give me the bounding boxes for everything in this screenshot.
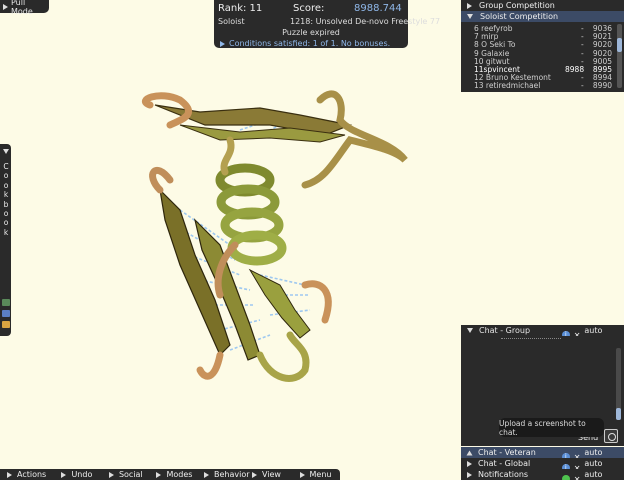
script-icon[interactable] [2,321,10,328]
notifications-label: Notifications [478,470,529,479]
soloist-competition-tab[interactable]: Soloist Competition [461,11,624,22]
chat-scrollbar[interactable] [616,348,621,420]
menu-behavior[interactable]: Behavior [197,470,250,479]
expand-arrow-icon [466,450,473,455]
menu-view[interactable]: View [245,470,293,479]
collapse-arrow-icon [467,328,473,333]
chat-group-label: Chat - Group [479,326,531,335]
soloist-competition-label: Soloist Competition [480,12,559,21]
menu-label: View [261,470,281,479]
bottom-menu-bar: Actions Undo Social Modes Behavior View Menu [0,469,340,480]
menu-actions[interactable]: Actions [0,470,54,479]
collapse-arrow-icon [3,149,9,154]
menu-label: Social [118,470,143,479]
folder-icon[interactable] [2,310,10,317]
pull-mode-button[interactable]: Pull Mode [0,0,49,16]
close-icon[interactable]: ✕ [574,475,581,480]
score-value: 8988.744 [354,3,402,14]
screenshot-tooltip: Upload a screenshot to chat. [499,418,604,437]
loop-coil [149,166,174,194]
leaderboard-pts: 8990 [592,81,612,91]
leaderboard-dash: - [581,81,584,91]
group-competition-label: Group Competition [479,1,555,10]
expand-arrow-icon [7,471,12,478]
menu-modes[interactable]: Modes [149,470,197,479]
menu-social[interactable]: Social [102,470,150,479]
expand-arrow-icon [220,40,225,47]
auto-show-label[interactable]: auto show [584,470,624,480]
score-label: Score: [293,3,325,14]
expand-arrow-icon [467,471,472,478]
screenshot-upload-button[interactable] [604,429,618,443]
loop-coil [301,280,332,324]
expand-arrow-icon [467,2,472,9]
status-ok-icon[interactable] [562,475,570,480]
menu-label: Menu [309,470,332,479]
leaderboard-scrollbar[interactable] [617,24,622,88]
menu-menu[interactable]: Menu [293,470,341,479]
menu-label: Actions [17,470,47,479]
expand-arrow-icon [251,471,257,478]
conditions-label: Conditions satisfied: 1 of 1. No bonuses… [229,39,391,48]
cookbook-label: Cookbook [3,162,9,237]
collapse-arrow-icon [467,14,473,19]
mode-label: Soloist [218,17,245,26]
expand-arrow-icon [108,471,114,478]
pull-mode-label: Pull Mode [11,0,33,16]
menu-undo[interactable]: Undo [54,470,102,479]
expand-arrow-icon [203,471,209,478]
chat-global-label: Chat - Global [478,459,531,468]
scrollbar-thumb[interactable] [616,408,621,420]
chat-global-tab[interactable]: Chat - Global i ✕ auto show [461,458,624,477]
conditions-toggle[interactable]: Conditions satisfied: 1 of 1. No bonuses… [220,39,390,48]
notifications-tab[interactable]: Notifications ✕ auto show [461,469,624,480]
cookbook-tab[interactable]: Cookbook [0,144,11,336]
resize-handle[interactable] [501,338,561,339]
expand-arrow-icon [467,460,472,467]
recipe-icon[interactable] [2,299,10,306]
leaderboard-row[interactable]: 13 retiredmichael -8990 [461,81,624,90]
expand-arrow-icon [299,471,305,478]
loop-coil [256,331,310,382]
competition-panel: Group Competition Soloist Competition 6 … [461,0,624,92]
expand-arrow-icon [3,3,8,10]
menu-label: Undo [71,470,93,479]
leaderboard-rank-name: 13 retiredmichael [474,81,541,91]
expand-arrow-icon [61,471,67,478]
puzzle-title: 1218: Unsolved De-novo Freestyle 77 [290,17,441,26]
protein-structure-view[interactable] [120,80,430,390]
score-panel: Rank: 11 Score: 8988.744 Soloist 1218: U… [214,0,440,48]
menu-label: Modes [166,470,193,479]
chat-group-tab[interactable]: Chat - Group i ✕ auto show [461,325,624,344]
rank-label: Rank: 11 [218,3,263,14]
scrollbar-thumb[interactable] [617,38,622,52]
puzzle-status: Puzzle expired [282,28,340,37]
leaderboard: 6 reefyrob -9036 7 mirp -9021 8 O Seki To -90… [461,23,624,91]
expand-arrow-icon [156,471,162,478]
group-competition-tab[interactable]: Group Competition [461,0,624,11]
loop-coil [196,351,224,380]
chat-veteran-label: Chat - Veteran [478,448,536,457]
chat-veteran-tab[interactable]: Chat - Veteran i ✕ auto show [461,447,624,466]
